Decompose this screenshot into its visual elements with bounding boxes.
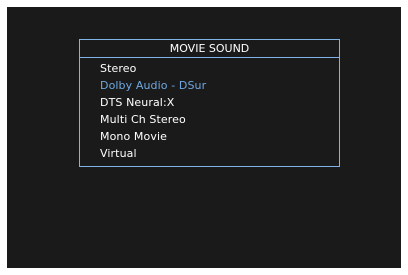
menu-item-virtual[interactable]: Virtual — [100, 145, 339, 162]
menu-title: MOVIE SOUND — [80, 40, 339, 58]
osd-screen: MOVIE SOUND Stereo Dolby Audio - DSur DT… — [7, 7, 401, 268]
sound-mode-list: Stereo Dolby Audio - DSur DTS Neural:X M… — [80, 58, 339, 162]
menu-item-dts-neural-x[interactable]: DTS Neural:X — [100, 94, 339, 111]
menu-item-dolby-audio-dsur[interactable]: Dolby Audio - DSur — [100, 77, 339, 94]
menu-item-stereo[interactable]: Stereo — [100, 60, 339, 77]
menu-item-mono-movie[interactable]: Mono Movie — [100, 128, 339, 145]
movie-sound-menu: MOVIE SOUND Stereo Dolby Audio - DSur DT… — [79, 39, 340, 167]
menu-item-multi-ch-stereo[interactable]: Multi Ch Stereo — [100, 111, 339, 128]
